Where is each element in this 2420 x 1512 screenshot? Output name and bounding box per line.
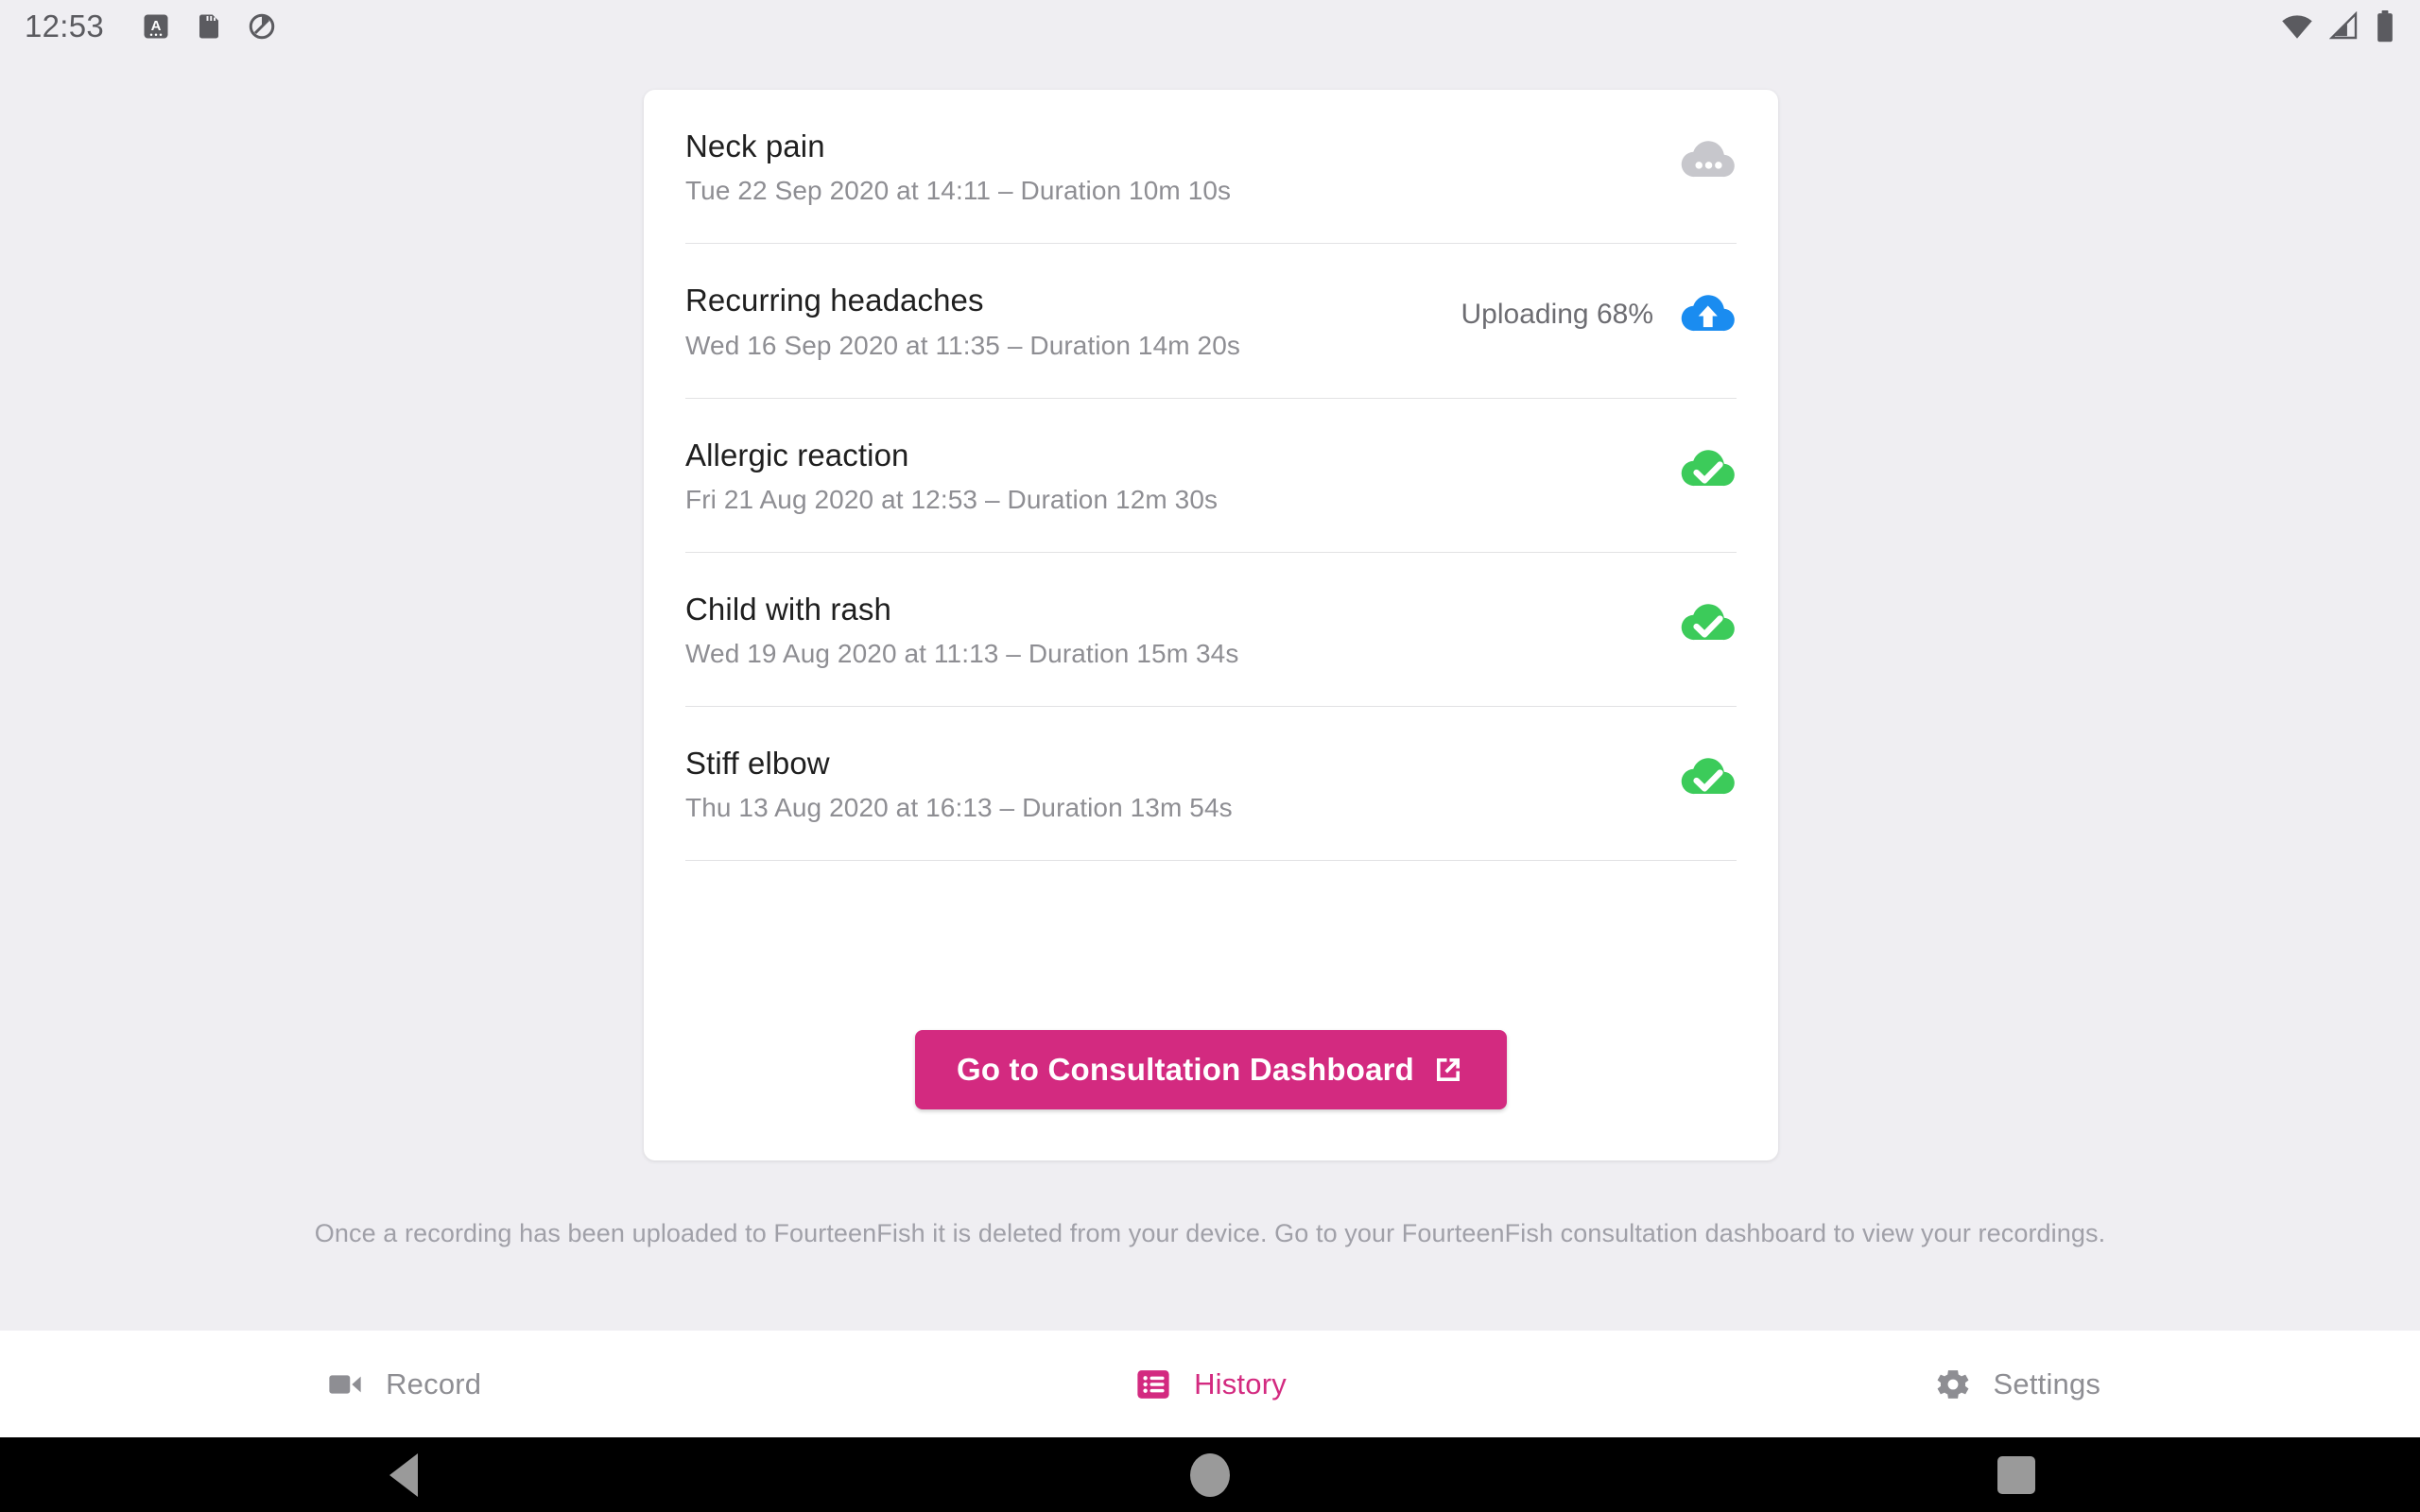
recording-text: Recurring headaches Wed 16 Sep 2020 at 1… bbox=[685, 282, 1461, 361]
history-card: Neck pain Tue 22 Sep 2020 at 14:11 – Dur… bbox=[644, 90, 1778, 1160]
recording-text: Child with rash Wed 19 Aug 2020 at 11:13… bbox=[685, 591, 1653, 670]
list-item[interactable]: Stiff elbow Thu 13 Aug 2020 at 16:13 – D… bbox=[644, 707, 1778, 860]
gear-icon bbox=[1933, 1365, 1973, 1404]
list-item[interactable]: Allergic reaction Fri 21 Aug 2020 at 12:… bbox=[644, 399, 1778, 552]
recording-subtitle: Tue 22 Sep 2020 at 14:11 – Duration 10m … bbox=[685, 176, 1232, 206]
recording-subtitle: Wed 16 Sep 2020 at 11:35 – Duration 14m … bbox=[685, 330, 1240, 360]
list-item[interactable]: Recurring headaches Wed 16 Sep 2020 at 1… bbox=[644, 244, 1778, 397]
recording-text: Neck pain Tue 22 Sep 2020 at 14:11 – Dur… bbox=[685, 128, 1653, 207]
tab-label: Settings bbox=[1993, 1366, 2101, 1400]
go-to-consultation-dashboard-button[interactable]: Go to Consultation Dashboard bbox=[914, 1030, 1508, 1109]
bottom-tab-bar: Record History Settings bbox=[0, 1331, 2420, 1437]
recording-status bbox=[1653, 591, 1737, 653]
recording-title: Recurring headaches bbox=[685, 283, 984, 318]
recording-title: Neck pain bbox=[685, 129, 825, 163]
triangle-back-icon bbox=[389, 1452, 418, 1497]
battery-icon bbox=[2375, 9, 2395, 43]
wifi-icon bbox=[2280, 9, 2314, 43]
recording-text: Allergic reaction Fri 21 Aug 2020 at 12:… bbox=[685, 437, 1653, 516]
tab-label: Record bbox=[386, 1366, 482, 1400]
cta-label: Go to Consultation Dashboard bbox=[956, 1052, 1415, 1087]
recording-title: Child with rash bbox=[685, 591, 891, 627]
tab-record[interactable]: Record bbox=[0, 1365, 806, 1404]
status-bar: 12:53 A bbox=[0, 0, 2420, 52]
back-button[interactable] bbox=[0, 1452, 806, 1497]
list-item[interactable]: Child with rash Wed 19 Aug 2020 at 11:13… bbox=[644, 553, 1778, 706]
recording-subtitle: Fri 21 Aug 2020 at 12:53 – Duration 12m … bbox=[685, 484, 1219, 514]
tab-label: History bbox=[1194, 1366, 1287, 1400]
divider bbox=[685, 860, 1737, 862]
tab-history[interactable]: History bbox=[806, 1365, 1613, 1404]
status-right-icons bbox=[2280, 9, 2395, 43]
cellular-signal-icon bbox=[2329, 10, 2360, 42]
cloud-done-icon bbox=[1678, 748, 1737, 807]
do-not-disturb-icon bbox=[248, 12, 276, 41]
cta-container: Go to Consultation Dashboard bbox=[644, 1030, 1778, 1109]
tab-settings[interactable]: Settings bbox=[1614, 1365, 2420, 1404]
recording-text: Stiff elbow Thu 13 Aug 2020 at 16:13 – D… bbox=[685, 745, 1653, 824]
recording-title: Stiff elbow bbox=[685, 746, 830, 781]
android-nav-bar bbox=[0, 1437, 2420, 1512]
cloud-done-icon bbox=[1678, 440, 1737, 499]
circle-home-icon bbox=[1189, 1452, 1230, 1497]
recents-button[interactable] bbox=[1614, 1455, 2420, 1494]
home-button[interactable] bbox=[806, 1452, 1613, 1497]
cloud-pending-icon bbox=[1678, 131, 1737, 190]
status-clock: 12:53 bbox=[25, 8, 105, 43]
recording-status bbox=[1653, 437, 1737, 499]
alarm-a-icon: A bbox=[142, 12, 170, 41]
recordings-list: Neck pain Tue 22 Sep 2020 at 14:11 – Dur… bbox=[644, 90, 1778, 862]
cloud-done-icon bbox=[1678, 594, 1737, 653]
recording-status: Uploading 68% bbox=[1461, 282, 1737, 344]
recording-subtitle: Wed 19 Aug 2020 at 11:13 – Duration 15m … bbox=[685, 639, 1239, 668]
svg-text:A: A bbox=[151, 17, 162, 33]
footer-note: Once a recording has been uploaded to Fo… bbox=[314, 1219, 2106, 1247]
recording-subtitle: Thu 13 Aug 2020 at 16:13 – Duration 13m … bbox=[685, 793, 1233, 823]
upload-progress-label: Uploading 68% bbox=[1461, 299, 1653, 331]
recording-title: Allergic reaction bbox=[685, 437, 909, 472]
sd-card-icon bbox=[195, 12, 223, 41]
video-camera-icon bbox=[325, 1365, 365, 1404]
cloud-upload-icon bbox=[1678, 285, 1737, 344]
list-item[interactable]: Neck pain Tue 22 Sep 2020 at 14:11 – Dur… bbox=[644, 90, 1778, 243]
status-left-icons: A bbox=[142, 12, 276, 41]
recording-status bbox=[1653, 128, 1737, 190]
recording-status bbox=[1653, 745, 1737, 807]
square-recents-icon bbox=[1997, 1455, 2036, 1494]
list-icon bbox=[1133, 1365, 1173, 1404]
external-link-icon bbox=[1431, 1053, 1465, 1087]
